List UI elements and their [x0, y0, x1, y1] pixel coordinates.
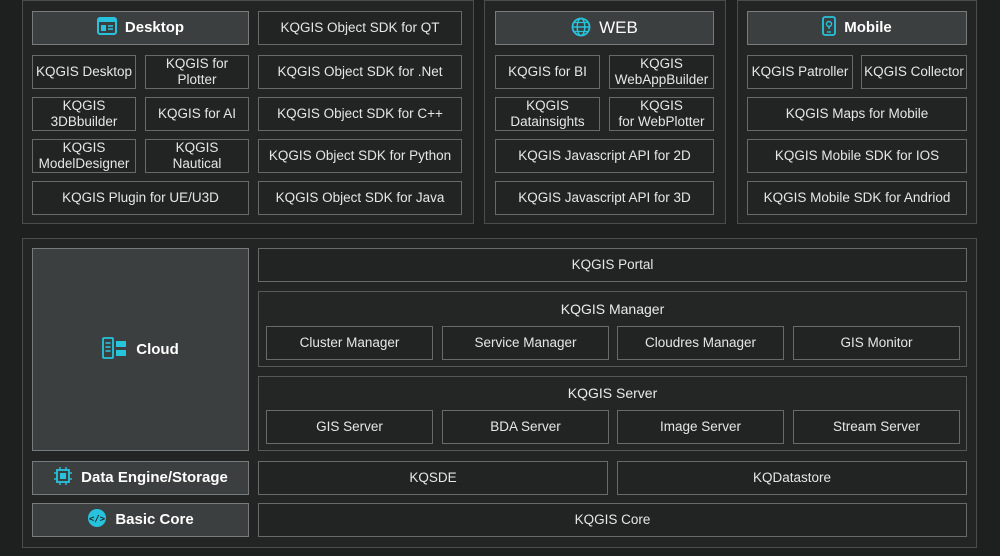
mobile-header: Mobile — [747, 11, 967, 45]
web-title: WEB — [599, 18, 638, 37]
web-item[interactable]: KQGIS for BI — [495, 55, 600, 89]
web-panel: WEB KQGIS for BI KQGIS WebAppBuilder KQG… — [484, 0, 726, 224]
data-engine-header: Data Engine/Storage — [32, 461, 249, 495]
web-item[interactable]: KQGIS WebAppBuilder — [609, 55, 714, 89]
desktop-item[interactable]: KQGIS for Plotter — [145, 55, 249, 89]
phone-icon — [822, 16, 837, 40]
mobile-item[interactable]: KQGIS Mobile SDK for IOS — [747, 139, 967, 173]
window-icon — [96, 17, 117, 39]
manager-title: KQGIS Manager — [560, 301, 665, 317]
mobile-panel: Mobile KQGIS Patroller KQGIS Collector K… — [737, 0, 977, 224]
manager-item[interactable]: Cluster Manager — [266, 326, 433, 360]
server-item[interactable]: BDA Server — [442, 410, 609, 444]
mobile-item[interactable]: KQGIS Collector — [861, 55, 967, 89]
desktop-panel: Desktop KQGIS Desktop KQGIS for Plotter … — [22, 0, 474, 224]
cloud-title: Cloud — [136, 340, 179, 358]
data-engine-title: Data Engine/Storage — [81, 469, 228, 486]
desktop-sdk[interactable]: KQGIS Object SDK for Python — [258, 139, 462, 173]
server-group: KQGIS Server GIS Server BDA Server Image… — [258, 376, 967, 451]
manager-item[interactable]: Cloudres Manager — [617, 326, 784, 360]
desktop-item[interactable]: KQGIS Desktop — [32, 55, 136, 89]
platform-panel: Cloud KQGIS Portal KQGIS Manager Cluster… — [22, 238, 977, 548]
web-item[interactable]: KQGIS Javascript API for 2D — [495, 139, 714, 173]
kqsde-box[interactable]: KQSDE — [258, 461, 608, 495]
kqdatastore-box[interactable]: KQDatastore — [617, 461, 967, 495]
desktop-sdk[interactable]: KQGIS Object SDK for Java — [258, 181, 462, 215]
server-item[interactable]: Image Server — [617, 410, 784, 444]
mobile-item[interactable]: KQGIS Mobile SDK for Andriod — [747, 181, 967, 215]
web-item[interactable]: KQGIS Datainsights — [495, 97, 600, 131]
mobile-title: Mobile — [844, 19, 892, 36]
server-title: KQGIS Server — [567, 385, 658, 401]
desktop-header: Desktop — [32, 11, 249, 45]
manager-item[interactable]: GIS Monitor — [793, 326, 960, 360]
manager-group: KQGIS Manager Cluster Manager Service Ma… — [258, 291, 967, 367]
mobile-item[interactable]: KQGIS Patroller — [747, 55, 853, 89]
portal-box[interactable]: KQGIS Portal — [258, 248, 967, 282]
web-item[interactable]: KQGIS for WebPlotter — [609, 97, 714, 131]
desktop-sdk[interactable]: KQGIS Object SDK for .Net — [258, 55, 462, 89]
desktop-item[interactable]: KQGIS 3DBbuilder — [32, 97, 136, 131]
desktop-sdk[interactable]: KQGIS Object SDK for QT — [258, 11, 462, 45]
chip-icon — [53, 466, 73, 490]
desktop-item[interactable]: KQGIS Nautical — [145, 139, 249, 173]
server-icon — [102, 336, 128, 363]
globe-icon — [571, 17, 591, 40]
mobile-item[interactable]: KQGIS Maps for Mobile — [747, 97, 967, 131]
web-item[interactable]: KQGIS Javascript API for 3D — [495, 181, 714, 215]
desktop-item[interactable]: KQGIS ModelDesigner — [32, 139, 136, 173]
server-item[interactable]: Stream Server — [793, 410, 960, 444]
desktop-item[interactable]: KQGIS Plugin for UE/U3D — [32, 181, 249, 215]
desktop-title: Desktop — [124, 19, 185, 36]
manager-item[interactable]: Service Manager — [442, 326, 609, 360]
basic-core-header: </> Basic Core — [32, 503, 249, 537]
cloud-header: Cloud — [32, 248, 249, 451]
hand-code-icon: </> — [87, 508, 107, 532]
desktop-sdk[interactable]: KQGIS Object SDK for C++ — [258, 97, 462, 131]
server-item[interactable]: GIS Server — [266, 410, 433, 444]
kqgis-core-box[interactable]: KQGIS Core — [258, 503, 967, 537]
svg-text:</>: </> — [89, 515, 106, 525]
web-header: WEB — [495, 11, 714, 45]
desktop-item[interactable]: KQGIS for AI — [145, 97, 249, 131]
basic-core-title: Basic Core — [115, 511, 194, 528]
